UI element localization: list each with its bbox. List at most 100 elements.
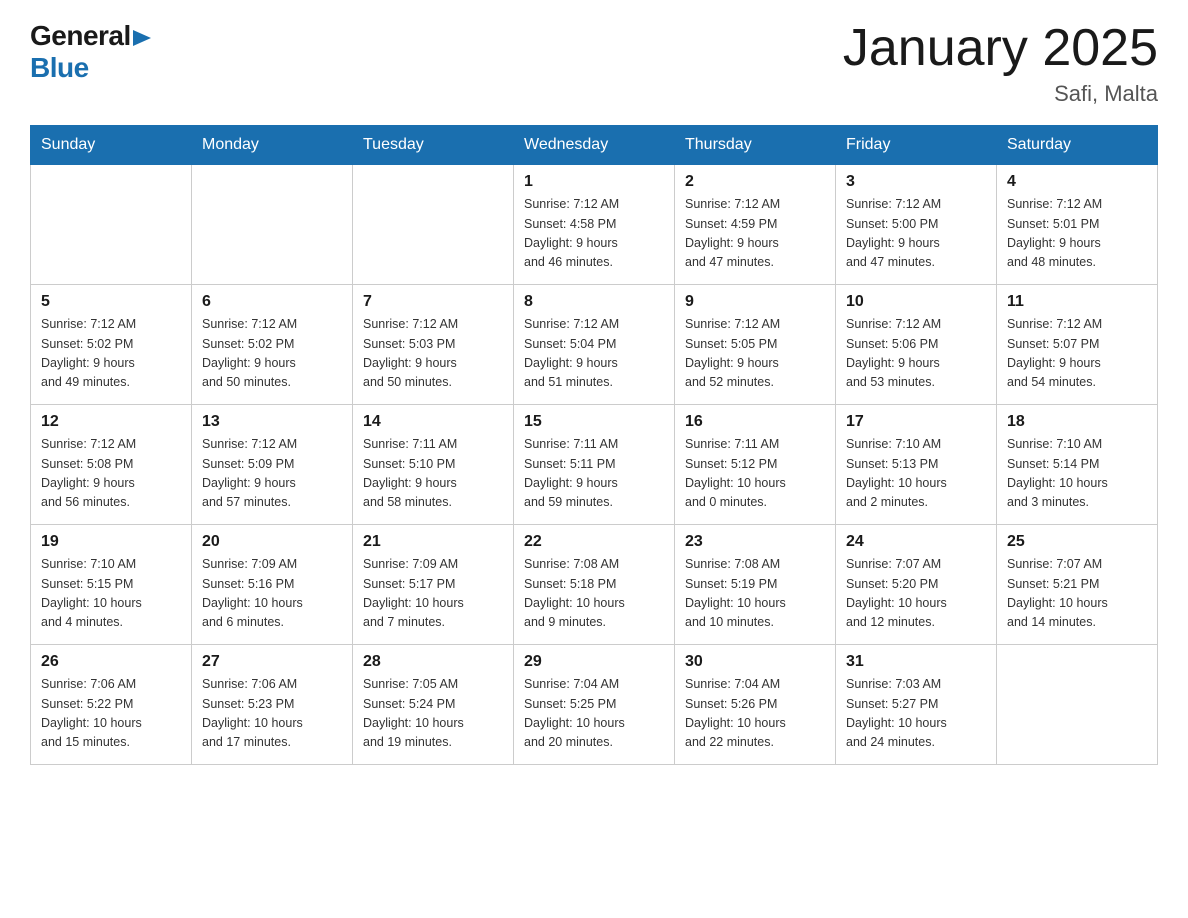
day-number: 31 [846, 653, 986, 671]
calendar-cell: 26 Sunrise: 7:06 AMSunset: 5:22 PMDayligh… [31, 645, 192, 765]
calendar-cell: 17Sunrise: 7:10 AMSunset: 5:13 PMDayligh… [836, 405, 997, 525]
day-number: 26 [41, 653, 181, 671]
calendar-title: January 2025 [843, 20, 1158, 77]
calendar-cell: 3 Sunrise: 7:12 AMSunset: 5:00 PMDaylight… [836, 165, 997, 285]
calendar-cell: 30 Sunrise: 7:04 AMSunset: 5:26 PMDayligh… [675, 645, 836, 765]
calendar-cell [31, 165, 192, 285]
calendar-cell: 25Sunrise: 7:07 AMSunset: 5:21 PMDayligh… [997, 525, 1158, 645]
day-number: 2 [685, 173, 825, 191]
day-number: 6 [202, 293, 342, 311]
logo-triangle-icon [133, 26, 155, 48]
day-info: Sunrise: 7:12 AMSunset: 5:02 PMDaylight:… [41, 315, 181, 393]
calendar-cell: 2 Sunrise: 7:12 AMSunset: 4:59 PMDaylight… [675, 165, 836, 285]
calendar-subtitle: Safi, Malta [843, 81, 1158, 107]
day-info: Sunrise: 7:08 AMSunset: 5:19 PMDaylight:… [685, 555, 825, 633]
calendar-cell [192, 165, 353, 285]
title-block: January 2025 Safi, Malta [843, 20, 1158, 107]
day-info: Sunrise: 7:06 AMSunset: 5:22 PMDaylight:… [41, 675, 181, 753]
day-number: 8 [524, 293, 664, 311]
calendar-cell: 6 Sunrise: 7:12 AMSunset: 5:02 PMDaylight… [192, 285, 353, 405]
day-info: Sunrise: 7:11 AMSunset: 5:10 PMDaylight:… [363, 435, 503, 513]
day-of-week-header: Sunday [31, 126, 192, 165]
day-of-week-header: Wednesday [514, 126, 675, 165]
calendar-cell: 16Sunrise: 7:11 AMSunset: 5:12 PMDayligh… [675, 405, 836, 525]
calendar-week-row: 12 Sunrise: 7:12 AMSunset: 5:08 PMDayligh… [31, 405, 1158, 525]
calendar-table: SundayMondayTuesdayWednesdayThursdayFrid… [30, 125, 1158, 765]
day-of-week-header: Monday [192, 126, 353, 165]
day-number: 10 [846, 293, 986, 311]
page-header: General Blue January 2025 Safi, Malta [30, 20, 1158, 107]
calendar-cell: 13 Sunrise: 7:12 AMSunset: 5:09 PMDayligh… [192, 405, 353, 525]
day-number: 25 [1007, 533, 1147, 551]
day-number: 1 [524, 173, 664, 191]
day-info: Sunrise: 7:12 AMSunset: 5:03 PMDaylight:… [363, 315, 503, 393]
day-info: Sunrise: 7:07 AMSunset: 5:20 PMDaylight:… [846, 555, 986, 633]
calendar-cell: 28 Sunrise: 7:05 AMSunset: 5:24 PMDayligh… [353, 645, 514, 765]
logo-general-text: General [30, 20, 131, 52]
day-info: Sunrise: 7:12 AMSunset: 5:02 PMDaylight:… [202, 315, 342, 393]
day-number: 4 [1007, 173, 1147, 191]
calendar-cell: 22Sunrise: 7:08 AMSunset: 5:18 PMDayligh… [514, 525, 675, 645]
day-info: Sunrise: 7:12 AMSunset: 4:59 PMDaylight:… [685, 195, 825, 273]
day-of-week-header: Thursday [675, 126, 836, 165]
calendar-cell: 8 Sunrise: 7:12 AMSunset: 5:04 PMDaylight… [514, 285, 675, 405]
day-number: 29 [524, 653, 664, 671]
calendar-week-row: 26 Sunrise: 7:06 AMSunset: 5:22 PMDayligh… [31, 645, 1158, 765]
day-info: Sunrise: 7:12 AMSunset: 5:01 PMDaylight:… [1007, 195, 1147, 273]
day-info: Sunrise: 7:03 AMSunset: 5:27 PMDaylight:… [846, 675, 986, 753]
day-number: 12 [41, 413, 181, 431]
calendar-cell: 5Sunrise: 7:12 AMSunset: 5:02 PMDaylight… [31, 285, 192, 405]
calendar-cell: 27 Sunrise: 7:06 AMSunset: 5:23 PMDayligh… [192, 645, 353, 765]
day-number: 28 [363, 653, 503, 671]
day-info: Sunrise: 7:12 AMSunset: 5:05 PMDaylight:… [685, 315, 825, 393]
calendar-cell: 19Sunrise: 7:10 AMSunset: 5:15 PMDayligh… [31, 525, 192, 645]
calendar-cell: 10 Sunrise: 7:12 AMSunset: 5:06 PMDayligh… [836, 285, 997, 405]
day-info: Sunrise: 7:12 AMSunset: 5:06 PMDaylight:… [846, 315, 986, 393]
day-info: Sunrise: 7:12 AMSunset: 4:58 PMDaylight:… [524, 195, 664, 273]
day-number: 19 [41, 533, 181, 551]
day-number: 22 [524, 533, 664, 551]
day-number: 23 [685, 533, 825, 551]
calendar-cell: 4 Sunrise: 7:12 AMSunset: 5:01 PMDaylight… [997, 165, 1158, 285]
calendar-cell: 12 Sunrise: 7:12 AMSunset: 5:08 PMDayligh… [31, 405, 192, 525]
day-info: Sunrise: 7:10 AMSunset: 5:14 PMDaylight:… [1007, 435, 1147, 513]
day-number: 30 [685, 653, 825, 671]
calendar-cell [997, 645, 1158, 765]
day-info: Sunrise: 7:11 AMSunset: 5:12 PMDaylight:… [685, 435, 825, 513]
calendar-cell: 9Sunrise: 7:12 AMSunset: 5:05 PMDaylight… [675, 285, 836, 405]
day-info: Sunrise: 7:12 AMSunset: 5:00 PMDaylight:… [846, 195, 986, 273]
day-number: 27 [202, 653, 342, 671]
day-number: 20 [202, 533, 342, 551]
calendar-cell: 24 Sunrise: 7:07 AMSunset: 5:20 PMDayligh… [836, 525, 997, 645]
day-number: 13 [202, 413, 342, 431]
day-info: Sunrise: 7:04 AMSunset: 5:26 PMDaylight:… [685, 675, 825, 753]
day-info: Sunrise: 7:12 AMSunset: 5:04 PMDaylight:… [524, 315, 664, 393]
day-info: Sunrise: 7:12 AMSunset: 5:08 PMDaylight:… [41, 435, 181, 513]
day-number: 18 [1007, 413, 1147, 431]
day-info: Sunrise: 7:06 AMSunset: 5:23 PMDaylight:… [202, 675, 342, 753]
day-of-week-header: Friday [836, 126, 997, 165]
day-info: Sunrise: 7:09 AMSunset: 5:16 PMDaylight:… [202, 555, 342, 633]
day-info: Sunrise: 7:10 AMSunset: 5:13 PMDaylight:… [846, 435, 986, 513]
calendar-cell: 20 Sunrise: 7:09 AMSunset: 5:16 PMDayligh… [192, 525, 353, 645]
calendar-cell [353, 165, 514, 285]
calendar-cell: 1 Sunrise: 7:12 AMSunset: 4:58 PMDaylight… [514, 165, 675, 285]
calendar-cell: 14Sunrise: 7:11 AMSunset: 5:10 PMDayligh… [353, 405, 514, 525]
calendar-cell: 11Sunrise: 7:12 AMSunset: 5:07 PMDayligh… [997, 285, 1158, 405]
day-number: 7 [363, 293, 503, 311]
day-number: 21 [363, 533, 503, 551]
calendar-header-row: SundayMondayTuesdayWednesdayThursdayFrid… [31, 126, 1158, 165]
day-info: Sunrise: 7:04 AMSunset: 5:25 PMDaylight:… [524, 675, 664, 753]
day-number: 24 [846, 533, 986, 551]
logo-blue-text: Blue [30, 52, 89, 84]
day-info: Sunrise: 7:12 AMSunset: 5:09 PMDaylight:… [202, 435, 342, 513]
day-number: 3 [846, 173, 986, 191]
calendar-week-row: 19Sunrise: 7:10 AMSunset: 5:15 PMDayligh… [31, 525, 1158, 645]
day-info: Sunrise: 7:05 AMSunset: 5:24 PMDaylight:… [363, 675, 503, 753]
calendar-cell: 23 Sunrise: 7:08 AMSunset: 5:19 PMDayligh… [675, 525, 836, 645]
calendar-cell: 15Sunrise: 7:11 AMSunset: 5:11 PMDayligh… [514, 405, 675, 525]
logo: General Blue [30, 20, 155, 84]
calendar-cell: 31 Sunrise: 7:03 AMSunset: 5:27 PMDayligh… [836, 645, 997, 765]
calendar-week-row: 5Sunrise: 7:12 AMSunset: 5:02 PMDaylight… [31, 285, 1158, 405]
calendar-week-row: 1 Sunrise: 7:12 AMSunset: 4:58 PMDaylight… [31, 165, 1158, 285]
